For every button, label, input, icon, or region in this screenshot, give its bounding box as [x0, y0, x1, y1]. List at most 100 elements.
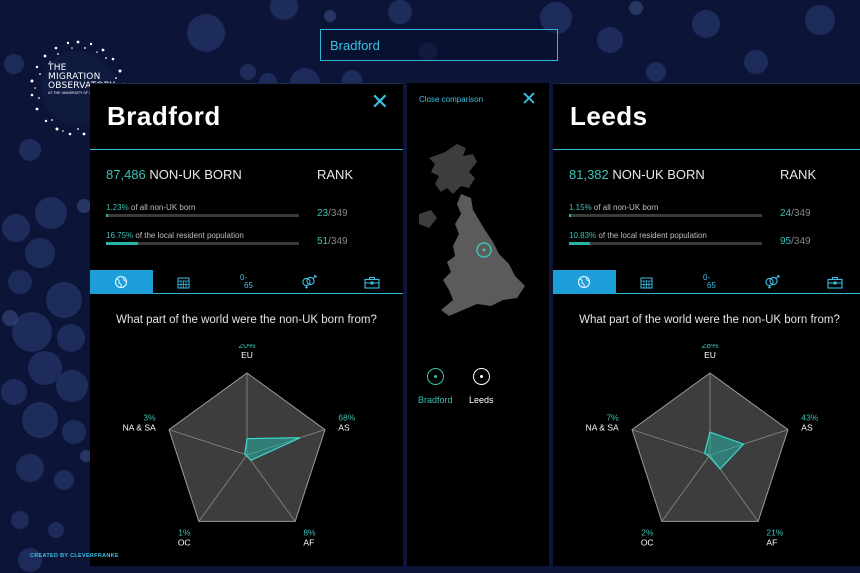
stat-progress-fill: [106, 242, 139, 245]
stat-label: 10.83% of the local resident population: [569, 231, 859, 240]
gender-icon: [765, 275, 780, 289]
radar-axis-label: AS: [338, 422, 350, 432]
stat-rank-total: /349: [328, 208, 348, 219]
stat-share-local-population: 10.83% of the local resident population …: [569, 231, 859, 247]
stat-rank-value: 24: [780, 208, 792, 219]
non-uk-born-count: 81,382 NON-UK BORN: [569, 167, 705, 182]
stat-progress-bar: [106, 214, 299, 217]
radar-axis-label: AF: [303, 538, 314, 548]
stat-text: of the local resident population: [596, 231, 707, 240]
region-radar-chart: 20%EU68%AS8%AF1%OC3%NA & SA: [123, 344, 356, 548]
bradford-marker-dot: [482, 248, 486, 252]
stat-share-non-uk: 1.23% of all non-UK born 23/349: [106, 203, 396, 219]
tab-year-of-arrival[interactable]: [616, 270, 679, 294]
stat-rank: 23/349: [317, 208, 348, 219]
area-panel-left: ✕ Bradford 87,486 NON-UK BORN RANK 1.23%…: [90, 83, 403, 566]
tab-employment[interactable]: [803, 270, 860, 294]
legend-label: Bradford: [418, 395, 453, 405]
globe-icon: [115, 275, 128, 289]
tab-country-of-birth[interactable]: [90, 270, 153, 294]
radar-axis-percent: 7%: [606, 412, 619, 422]
uk-map: [419, 144, 525, 316]
calendar-icon: [177, 277, 190, 288]
stat-label: 1.23% of all non-UK born: [106, 203, 396, 212]
area-name: Leeds: [570, 101, 648, 131]
stat-text: of the local resident population: [133, 231, 244, 240]
radar-axis-label: OC: [178, 538, 191, 548]
close-icon[interactable]: ✕: [521, 90, 537, 109]
stat-rank: 51/349: [317, 236, 348, 247]
calendar-icon: [640, 277, 653, 288]
stat-percent: 16.75%: [106, 231, 134, 240]
tab-country-of-birth[interactable]: [553, 270, 616, 294]
comparison-column: Close comparison ✕ Bradford Leeds: [407, 83, 549, 566]
count-label: NON-UK BORN: [608, 167, 705, 182]
legend-ring-icon: [426, 368, 444, 385]
stat-progress-fill: [569, 214, 572, 217]
radar-axis-percent: 1%: [178, 528, 191, 538]
category-tabs: 0- 65: [553, 270, 860, 294]
stat-progress-fill: [569, 242, 590, 245]
tab-employment[interactable]: [340, 270, 403, 294]
uk-map-northern-ireland: [419, 210, 437, 228]
radar-axis-percent: 68%: [338, 412, 355, 422]
area-name: Bradford: [107, 101, 221, 131]
stat-progress-fill: [106, 214, 109, 217]
age-icon: 0- 65: [703, 274, 716, 290]
area-search-input[interactable]: Bradford: [320, 29, 558, 61]
tab-year-of-arrival[interactable]: [153, 270, 216, 294]
stat-rank-value: 23: [317, 208, 329, 219]
divider: [90, 149, 403, 150]
briefcase-icon: [364, 276, 380, 289]
count-value: 87,486: [106, 167, 146, 182]
close-icon[interactable]: ✕: [371, 91, 389, 113]
stat-text: of all non-UK born: [128, 203, 196, 212]
radar-axis-label: AF: [766, 538, 777, 548]
stat-progress-bar: [569, 214, 762, 217]
stat-percent: 1.23%: [106, 203, 129, 212]
stat-rank-total: /349: [791, 208, 811, 219]
stat-text: of all non-UK born: [591, 203, 659, 212]
globe-icon: [578, 275, 591, 289]
stat-rank-total: /349: [791, 236, 811, 247]
radar-axis-percent: 2%: [641, 528, 654, 538]
uk-map-england-wales: [441, 194, 525, 316]
stat-label: 1.15% of all non-UK born: [569, 203, 859, 212]
stat-rank-value: 51: [317, 236, 329, 247]
briefcase-icon: [827, 276, 843, 289]
close-comparison-link[interactable]: Close comparison: [419, 95, 483, 104]
tab-gender[interactable]: [278, 270, 341, 294]
radar-axis-label: NA & SA: [123, 422, 156, 432]
stat-percent: 1.15%: [569, 203, 592, 212]
category-tabs: 0- 65: [90, 270, 403, 294]
stat-rank: 24/349: [780, 208, 811, 219]
radar-axis-label: NA & SA: [586, 422, 619, 432]
stat-share-non-uk: 1.15% of all non-UK born 24/349: [569, 203, 859, 219]
stat-progress-bar: [106, 242, 299, 245]
region-question: What part of the world were the non-UK b…: [579, 314, 840, 326]
radar-axis-percent: 43%: [801, 412, 818, 422]
radar-axis-percent: 21%: [766, 528, 783, 538]
stat-label: 16.75% of the local resident population: [106, 231, 396, 240]
radar-axis-percent: 3%: [143, 412, 156, 422]
tab-gender[interactable]: [741, 270, 804, 294]
count-value: 81,382: [569, 167, 609, 182]
legend-bradford: Bradford: [418, 368, 453, 405]
stat-percent: 10.83%: [569, 231, 597, 240]
stat-share-local-population: 16.75% of the local resident population …: [106, 231, 396, 247]
rank-heading: RANK: [780, 167, 817, 182]
tab-age[interactable]: 0- 65: [215, 270, 278, 294]
tab-age[interactable]: 0- 65: [678, 270, 741, 294]
stat-rank: 95/349: [780, 236, 811, 247]
non-uk-born-count: 87,486 NON-UK BORN: [106, 167, 242, 182]
area-panel-right: Leeds 81,382 NON-UK BORN RANK 1.15% of a…: [553, 83, 860, 566]
credit-link[interactable]: CREATED BY CLEVERFRANKE: [30, 553, 119, 559]
age-icon: 0- 65: [240, 274, 253, 290]
radar-axis-percent: 8%: [303, 528, 316, 538]
age-icon-bottom: 65: [707, 281, 716, 290]
radar-axis-label: OC: [641, 538, 654, 548]
legend-leeds: Leeds: [469, 368, 494, 405]
divider: [553, 149, 860, 150]
legend-label: Leeds: [469, 395, 494, 405]
rank-heading: RANK: [317, 167, 354, 182]
